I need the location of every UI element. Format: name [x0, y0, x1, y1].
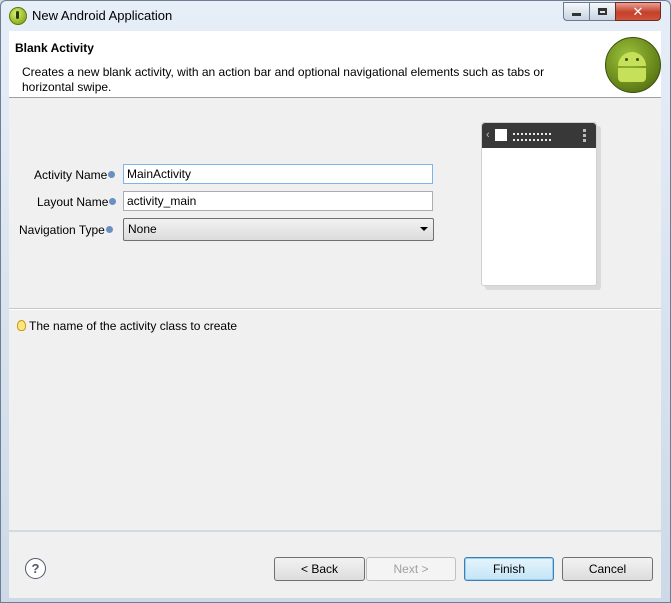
preview-app-icon: [495, 129, 507, 141]
hint-text: The name of the activity class to create: [29, 319, 238, 333]
activity-name-input[interactable]: [123, 164, 433, 184]
activity-name-label: Activity Name: [34, 168, 116, 182]
android-body: [618, 68, 646, 82]
back-button[interactable]: < Back: [274, 557, 365, 581]
next-button[interactable]: Next >: [366, 557, 456, 581]
android-eye-left: [625, 58, 628, 61]
close-button[interactable]: ✕: [615, 2, 661, 21]
help-icon[interactable]: ?: [25, 558, 46, 579]
cancel-button[interactable]: Cancel: [562, 557, 653, 581]
minimize-button[interactable]: [563, 2, 590, 21]
preview-title-placeholder: [513, 133, 551, 141]
maximize-button[interactable]: [589, 2, 616, 21]
info-icon: [108, 171, 116, 179]
navigation-type-label: Navigation Type: [19, 223, 113, 237]
info-icon: [105, 226, 113, 234]
wizard-footer: ? < Back Next > Finish Cancel: [9, 531, 661, 598]
title-bar[interactable]: New Android Application ✕: [1, 1, 670, 30]
divider: [9, 308, 661, 310]
hint-message: The name of the activity class to create: [17, 319, 237, 333]
finish-button[interactable]: Finish: [464, 557, 554, 581]
app-icon: [9, 7, 27, 25]
android-eye-right: [636, 58, 639, 61]
wizard-content: Activity Name Layout Name Navigation Typ…: [9, 98, 661, 530]
layout-name-label-text: Layout Name: [37, 195, 109, 209]
android-logo-icon: [605, 37, 661, 93]
activity-name-label-text: Activity Name: [34, 168, 108, 182]
lightbulb-icon: [17, 320, 26, 332]
preview-action-bar: ‹: [482, 123, 596, 148]
page-description: Creates a new blank activity, with an ac…: [22, 65, 545, 94]
dialog-window: New Android Application ✕ Blank Activity…: [0, 0, 671, 603]
navigation-type-value: None: [128, 222, 157, 236]
activity-preview: ‹: [481, 122, 597, 286]
info-icon: [109, 198, 117, 206]
page-title: Blank Activity: [15, 41, 94, 55]
preview-back-icon: ‹: [486, 129, 490, 141]
minimize-icon: [572, 13, 581, 16]
window-title: New Android Application: [32, 8, 173, 23]
navigation-type-select[interactable]: None: [123, 218, 434, 241]
wizard-header: Blank Activity Creates a new blank activ…: [9, 31, 661, 98]
layout-name-label: Layout Name: [37, 195, 117, 209]
maximize-icon: [598, 8, 607, 15]
overflow-menu-icon: [583, 129, 586, 142]
navigation-type-label-text: Navigation Type: [19, 223, 105, 237]
chevron-down-icon: [420, 227, 428, 231]
android-head: [618, 52, 646, 66]
layout-name-input[interactable]: [123, 191, 433, 211]
close-icon: ✕: [632, 3, 644, 19]
